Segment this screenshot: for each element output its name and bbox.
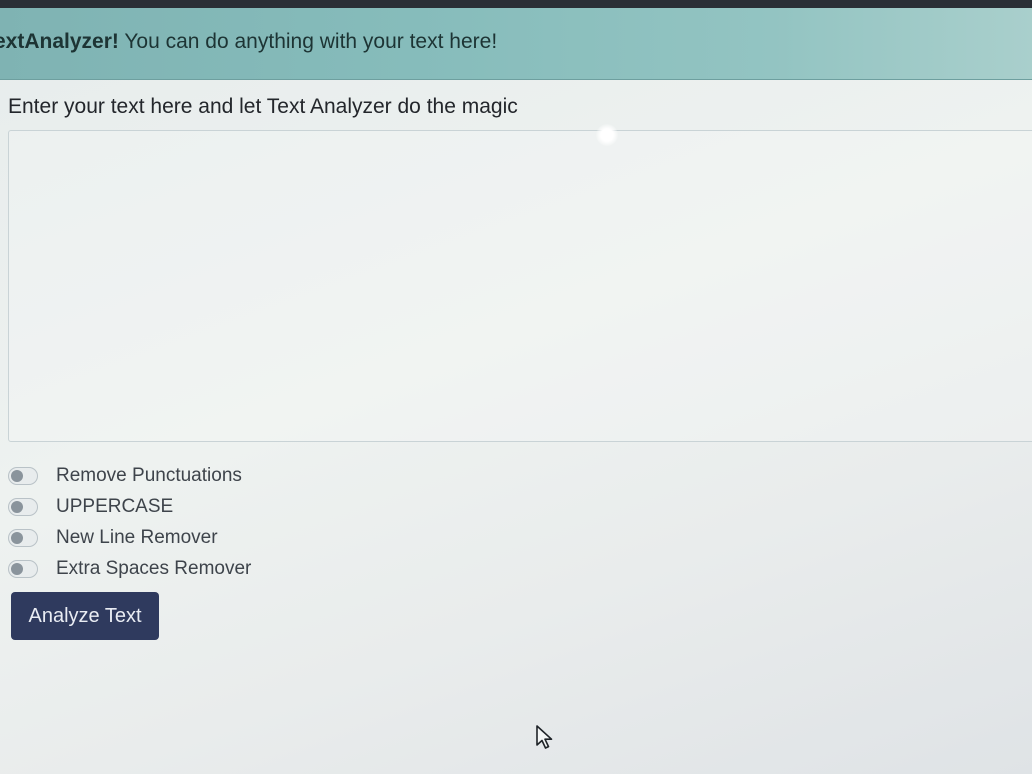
option-label: New Line Remover — [56, 526, 218, 548]
option-new-line-remover[interactable]: New Line Remover — [8, 522, 251, 553]
alert-text: extAnalyzer! You can do anything with yo… — [0, 30, 497, 54]
option-label: Extra Spaces Remover — [56, 557, 252, 579]
mouse-pointer-icon — [536, 725, 553, 749]
toggle-knob — [11, 500, 23, 513]
alert-banner: extAnalyzer! You can do anything with yo… — [0, 8, 1032, 80]
extra-spaces-remover-toggle[interactable] — [8, 559, 38, 578]
text-input-area[interactable] — [8, 130, 1032, 442]
screen-glare — [596, 124, 618, 146]
toggle-knob — [11, 562, 23, 575]
toggle-knob — [11, 469, 23, 482]
alert-strong-text: extAnalyzer! — [0, 30, 119, 53]
option-label: Remove Punctuations — [56, 464, 242, 486]
option-uppercase[interactable]: UPPERCASE — [8, 491, 251, 522]
new-line-remover-toggle[interactable] — [8, 528, 38, 547]
option-extra-spaces-remover[interactable]: Extra Spaces Remover — [8, 553, 251, 584]
option-label: UPPERCASE — [56, 495, 174, 517]
remove-punctuations-toggle[interactable] — [8, 466, 38, 485]
alert-message: You can do anything with your text here! — [118, 30, 498, 53]
options-list: Remove Punctuations UPPERCASE New Line R… — [8, 460, 251, 584]
analyze-text-button[interactable]: Analyze Text — [11, 592, 159, 640]
toggle-knob — [11, 531, 23, 544]
option-remove-punctuations[interactable]: Remove Punctuations — [8, 460, 251, 491]
textarea-label: Enter your text here and let Text Analyz… — [8, 95, 518, 118]
uppercase-toggle[interactable] — [8, 497, 38, 516]
